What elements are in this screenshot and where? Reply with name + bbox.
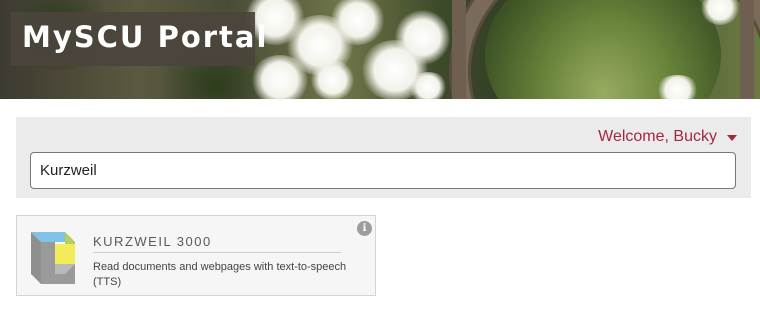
info-icon[interactable]: i xyxy=(357,221,372,236)
welcome-label: Welcome, Bucky xyxy=(598,128,717,145)
banner-flower xyxy=(310,60,355,99)
banner-flower xyxy=(408,72,448,99)
portal-title[interactable]: MySCU Portal xyxy=(22,20,268,54)
banner-flower xyxy=(330,0,385,45)
caret-down-icon xyxy=(727,135,737,141)
header-panel: Welcome, Bucky xyxy=(16,117,751,198)
user-menu[interactable]: Welcome, Bucky xyxy=(598,128,737,146)
header-banner: MySCU Portal xyxy=(0,0,760,99)
app-tile[interactable]: KURZWEIL 3000 Read documents and webpage… xyxy=(16,215,376,296)
kurzweil-logo-icon xyxy=(31,232,75,284)
banner-flower xyxy=(395,10,450,65)
app-tile-title: KURZWEIL 3000 xyxy=(93,234,212,249)
banner-flower xyxy=(655,75,700,99)
banner-post xyxy=(452,0,466,99)
search-input[interactable] xyxy=(30,152,736,189)
app-tile-description: Read documents and webpages with text-to… xyxy=(93,261,347,288)
banner-flower xyxy=(250,55,310,99)
banner-post xyxy=(740,0,754,99)
app-tile-divider xyxy=(93,252,341,253)
